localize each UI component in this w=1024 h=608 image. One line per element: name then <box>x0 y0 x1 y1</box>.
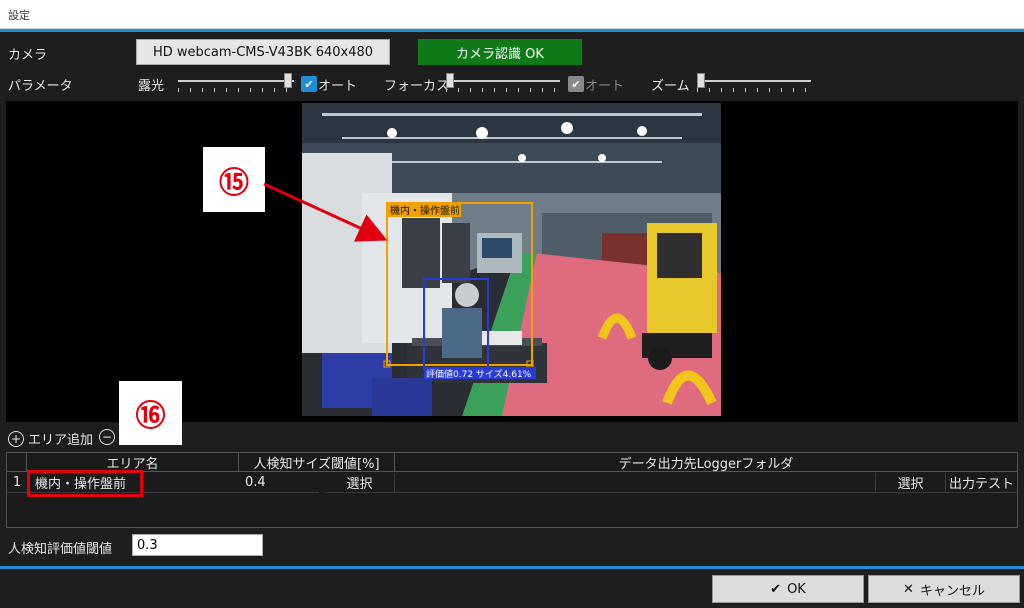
checkmark-icon: ✔ <box>571 77 581 91</box>
camera-status-badge: カメラ認識 OK <box>418 39 582 65</box>
title-accent-line <box>0 29 1024 32</box>
add-area-button[interactable]: + エリア追加 <box>8 429 93 448</box>
area-box-label: 機内・操作盤前 <box>390 204 460 217</box>
detection-text: 評価値0.72 サイズ4.61% <box>426 368 532 380</box>
eval-threshold-input[interactable] <box>132 534 263 556</box>
focus-auto-label: オート <box>585 79 625 94</box>
remove-area-icon[interactable]: − <box>99 429 115 445</box>
title-bar: 設定 <box>0 0 1024 29</box>
close-icon: ✕ <box>903 581 914 597</box>
add-area-label: エリア追加 <box>28 433 94 448</box>
callout-16: ⑯ <box>119 381 182 445</box>
row-index: 1 <box>7 473 27 493</box>
callout-arrow <box>263 182 388 242</box>
camera-label: カメラ <box>8 48 48 63</box>
eval-threshold-label: 人検知評価値閾値 <box>8 542 113 557</box>
check-icon: ✔ <box>770 581 782 597</box>
camera-device-button[interactable]: HD webcam-CMS-V43BK 640x480 <box>136 39 390 65</box>
area-table: エリア名 人検知サイズ閾値[%] データ出力先Loggerフォルダ 1 機内・操… <box>6 452 1018 528</box>
exposure-auto-checkbox[interactable]: ✔ <box>301 76 317 92</box>
zoom-slider[interactable] <box>697 73 811 94</box>
table-header-index <box>7 453 27 472</box>
focus-slider-thumb[interactable] <box>446 73 454 88</box>
exposure-slider-thumb[interactable] <box>284 73 292 88</box>
focus-slider[interactable] <box>446 73 560 94</box>
zoom-label: ズーム <box>651 79 690 94</box>
callout-15: ⑮ <box>203 147 265 212</box>
row-output-test-button[interactable]: 出力テスト <box>945 473 1017 493</box>
highlight-frame <box>27 470 143 497</box>
table-header-threshold[interactable]: 人検知サイズ閾値[%] <box>239 453 395 472</box>
exposure-auto-label: オート <box>318 79 358 94</box>
focus-label: フォーカス <box>384 79 450 94</box>
ok-button[interactable]: ✔ OK <box>712 575 864 603</box>
camera-feed-image: 機内・操作盤前 評価値0.72 サイズ4.61% <box>302 103 721 416</box>
exposure-label: 露光 <box>138 79 165 94</box>
window-title: 設定 <box>8 9 30 22</box>
row-select-button-1[interactable]: 選択 <box>325 473 395 493</box>
checkmark-icon: ✔ <box>304 77 314 91</box>
row-select-button-2[interactable]: 選択 <box>875 473 945 493</box>
plus-circle-icon: + <box>8 430 24 447</box>
zoom-slider-thumb[interactable] <box>697 73 705 88</box>
focus-auto-checkbox[interactable]: ✔ <box>568 76 584 92</box>
row-threshold[interactable]: 0.4 <box>239 473 319 493</box>
table-header-logger-folder[interactable]: データ出力先Loggerフォルダ <box>395 453 1017 472</box>
cancel-label: キャンセル <box>919 583 985 599</box>
row-logger-folder[interactable] <box>395 473 875 493</box>
ok-label: OK <box>787 581 806 597</box>
cancel-button[interactable]: ✕ キャンセル <box>868 575 1020 603</box>
exposure-slider[interactable] <box>178 73 294 94</box>
parameters-label: パラメータ <box>8 79 73 94</box>
footer-accent-line <box>0 566 1024 569</box>
